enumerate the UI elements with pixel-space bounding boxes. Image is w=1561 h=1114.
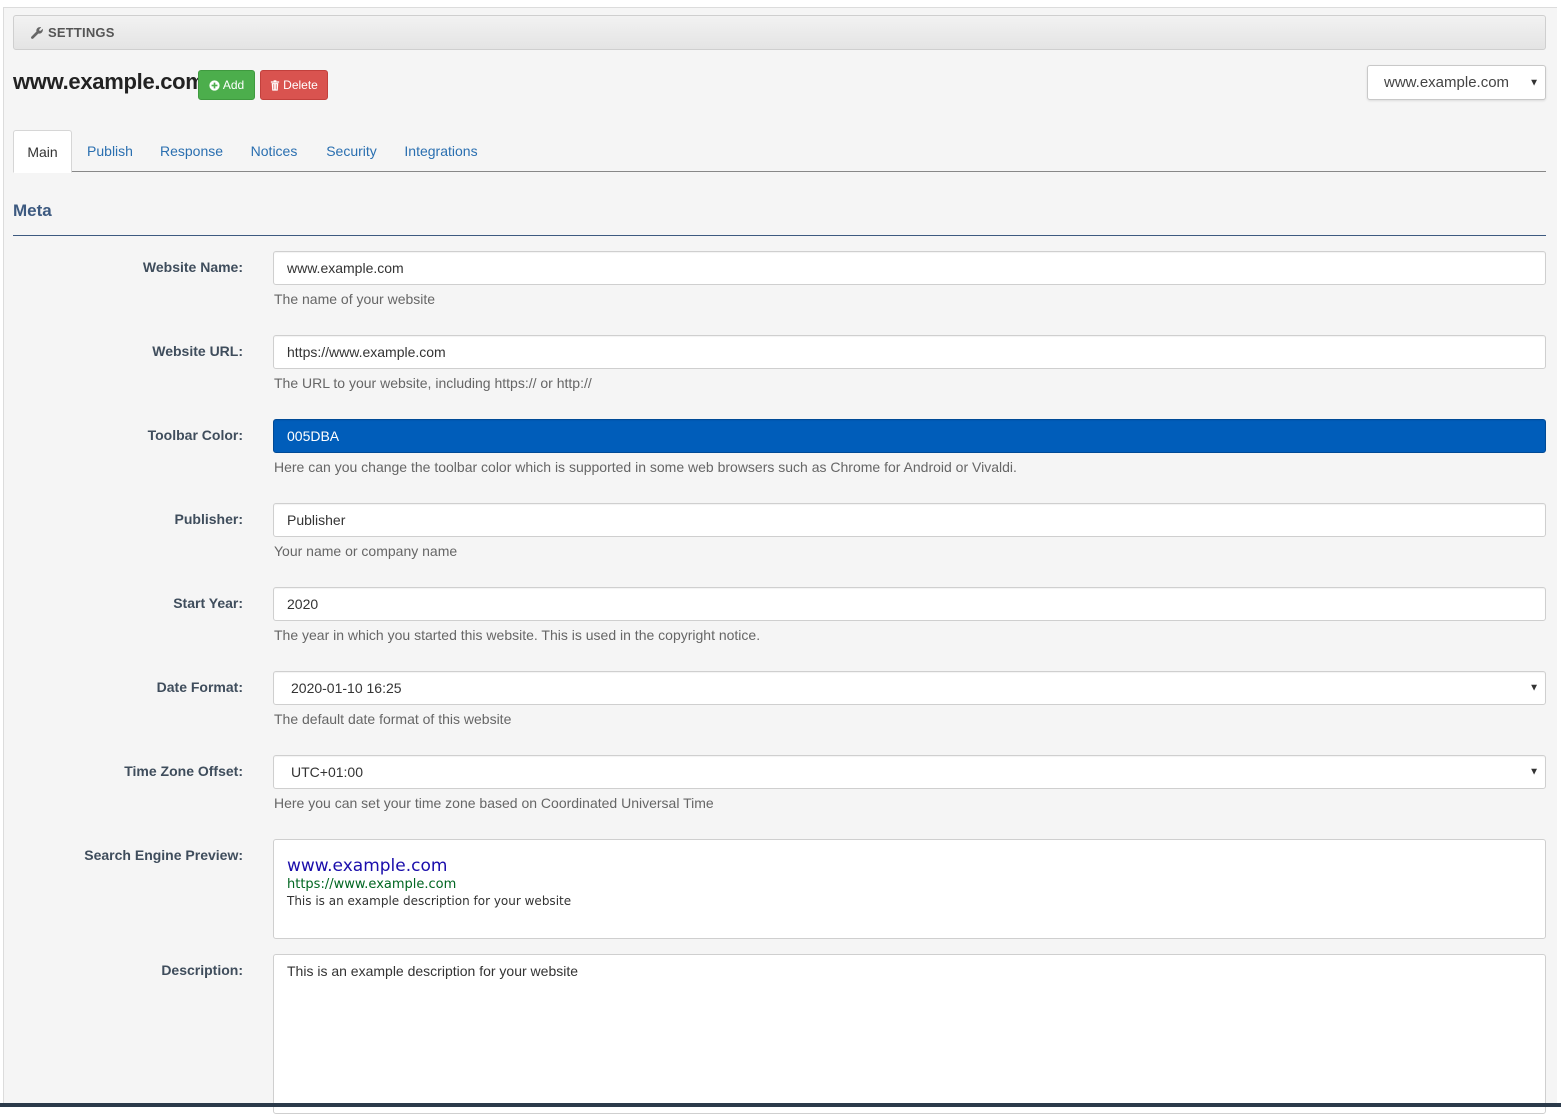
add-button[interactable]: Add [198,70,255,100]
bottom-bar [0,1103,1561,1107]
website-url-help: The URL to your website, including https… [274,375,592,391]
website-url-input[interactable]: https://www.example.com [273,335,1546,369]
toolbar-color-label: Toolbar Color: [147,427,243,443]
tab-response[interactable]: Response [155,130,228,172]
search-preview-label: Search Engine Preview: [84,847,243,863]
trash-icon [271,79,280,91]
add-button-label: Add [222,78,245,92]
tab-security[interactable]: Security [320,130,383,172]
toolbar-color-input[interactable]: 005DBA [273,419,1546,453]
settings-label: SETTINGS [48,25,115,40]
caret-down-icon: ▼ [1529,766,1539,778]
page-title: www.example.com [13,69,205,94]
publisher-input[interactable]: Publisher [273,503,1546,537]
publisher-help: Your name or company name [274,543,458,559]
publisher-label: Publisher: [174,511,243,527]
settings-header-bar: SETTINGS [13,15,1546,50]
settings-panel [3,7,1557,1107]
date-format-value: 2020-01-10 16:25 [291,680,402,696]
toolbar-color-help: Here can you change the toolbar color wh… [274,459,1017,475]
description-label: Description: [161,962,243,978]
delete-button[interactable]: Delete [260,70,328,100]
tab-publish[interactable]: Publish [79,130,141,172]
start-year-help: The year in which you started this websi… [274,627,761,643]
time-zone-select[interactable]: UTC+01:00 ▼ [273,755,1546,789]
section-title: Meta [13,201,52,220]
website-name-help: The name of your website [274,291,436,307]
website-url-label: Website URL: [152,343,243,359]
description-textarea[interactable]: This is an example description for your … [273,954,1546,1114]
date-format-help: The default date format of this website [274,711,512,727]
preview-url: https://www.example.com [287,877,457,892]
caret-down-icon: ▼ [1529,77,1539,88]
site-select[interactable]: www.example.com ▼ [1367,65,1546,100]
site-select-value: www.example.com [1384,74,1510,91]
search-engine-preview: www.example.com https://www.example.com … [273,839,1546,939]
caret-down-icon: ▼ [1529,682,1539,694]
delete-button-label: Delete [283,78,318,92]
settings-tabs: Main Publish Response Notices Security I… [13,130,1546,173]
tab-main[interactable]: Main [13,130,72,173]
start-year-input[interactable]: 2020 [273,587,1546,621]
start-year-label: Start Year: [173,595,243,611]
time-zone-label: Time Zone Offset: [124,763,243,779]
tab-notices[interactable]: Notices [243,130,305,172]
section-divider [13,235,1546,236]
wrench-icon [31,26,43,39]
website-name-input[interactable]: www.example.com [273,251,1546,285]
plus-circle-icon [209,79,220,91]
time-zone-value: UTC+01:00 [291,764,363,780]
website-name-label: Website Name: [142,259,243,275]
date-format-label: Date Format: [156,679,243,695]
preview-description: This is an example description for your … [287,894,572,908]
date-format-select[interactable]: 2020-01-10 16:25 ▼ [273,671,1546,705]
tab-integrations[interactable]: Integrations [398,130,484,172]
preview-title: www.example.com [287,856,448,876]
time-zone-help: Here you can set your time zone based on… [274,795,714,811]
